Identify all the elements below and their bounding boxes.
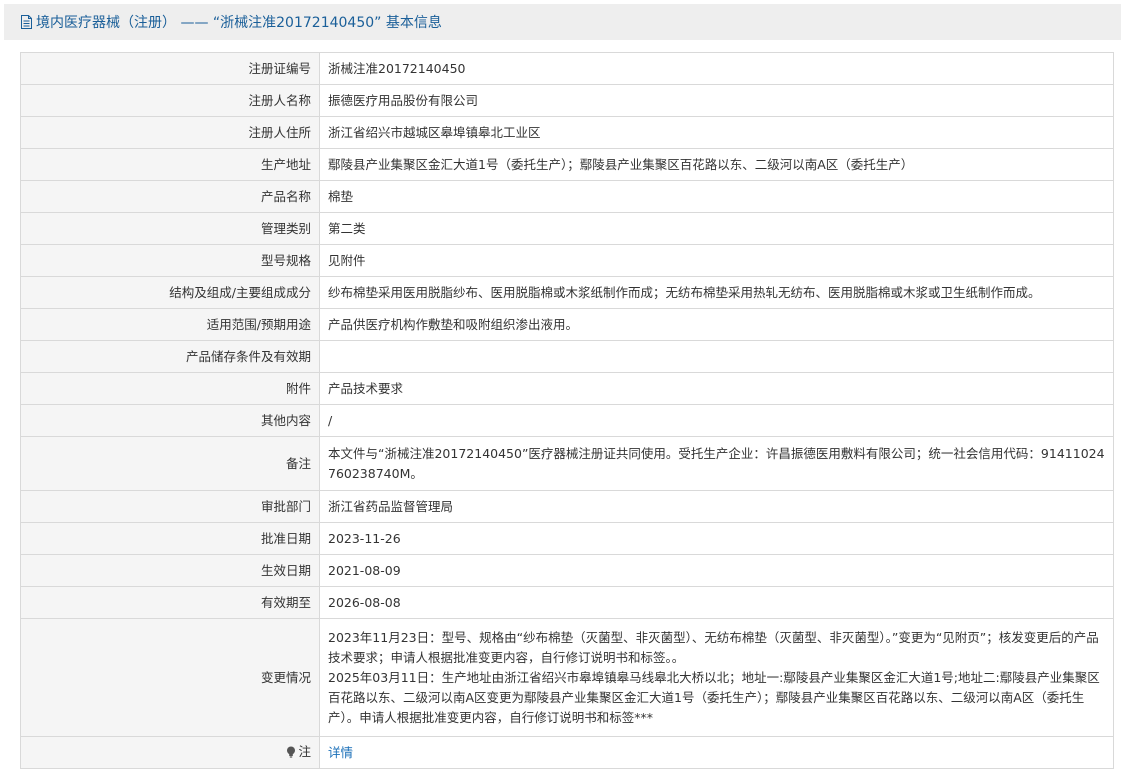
table-row: 备注 本文件与“浙械注准20172140450”医疗器械注册证共同使用。受托生产…	[20, 436, 1114, 491]
table-row: 审批部门 浙江省药品监督管理局	[20, 490, 1114, 523]
field-value: 鄢陵县产业集聚区金汇大道1号（委托生产）；鄢陵县产业集聚区百花路以东、二级河以南…	[319, 148, 1114, 181]
field-label: 审批部门	[20, 490, 320, 523]
note-label-text: 注	[298, 743, 311, 759]
field-value: 2021-08-09	[319, 554, 1114, 587]
field-label: 变更情况	[20, 618, 320, 737]
table-row: 管理类别 第二类	[20, 212, 1114, 245]
field-value: 棉垫	[319, 180, 1114, 213]
field-value: 浙江省绍兴市越城区皋埠镇皋北工业区	[319, 116, 1114, 149]
table-row: 生效日期 2021-08-09	[20, 554, 1114, 587]
field-label: 其他内容	[20, 404, 320, 437]
table-row: 注册人住所 浙江省绍兴市越城区皋埠镇皋北工业区	[20, 116, 1114, 149]
field-value: 浙江省药品监督管理局	[319, 490, 1114, 523]
field-value: 见附件	[319, 244, 1114, 277]
lightbulb-icon	[287, 746, 296, 758]
note-label-group: 注	[286, 742, 311, 762]
table-row: 产品名称 棉垫	[20, 180, 1114, 213]
page-header: 境内医疗器械（注册） —— “浙械注准20172140450” 基本信息	[4, 4, 1121, 40]
field-value: 2026-08-08	[319, 586, 1114, 619]
page-title: 境内医疗器械（注册） —— “浙械注准20172140450” 基本信息	[36, 15, 442, 31]
details-link[interactable]: 详情	[328, 745, 353, 760]
field-label: 生产地址	[20, 148, 320, 181]
table-row: 附件 产品技术要求	[20, 372, 1114, 405]
table-row: 批准日期 2023-11-26	[20, 522, 1114, 555]
field-label: 有效期至	[20, 586, 320, 619]
field-label: 产品储存条件及有效期	[20, 340, 320, 373]
field-value: 纱布棉垫采用医用脱脂纱布、医用脱脂棉或木浆纸制作而成；无纺布棉垫采用热轧无纺布、…	[319, 276, 1114, 309]
field-value	[319, 340, 1114, 373]
field-value: 2023-11-26	[319, 522, 1114, 555]
field-label: 注册人住所	[20, 116, 320, 149]
field-label: 注册证编号	[20, 52, 320, 85]
field-label: 结构及组成/主要组成成分	[20, 276, 320, 309]
field-value: /	[319, 404, 1114, 437]
field-label: 适用范围/预期用途	[20, 308, 320, 341]
field-label: 型号规格	[20, 244, 320, 277]
device-info-table: 注册证编号 浙械注准20172140450 注册人名称 振德医疗用品股份有限公司…	[20, 52, 1114, 769]
field-label: 附件	[20, 372, 320, 405]
table-row: 注册人名称 振德医疗用品股份有限公司	[20, 84, 1114, 117]
document-icon	[21, 15, 32, 29]
field-value: 本文件与“浙械注准20172140450”医疗器械注册证共同使用。受托生产企业：…	[319, 436, 1114, 491]
field-label: 批准日期	[20, 522, 320, 555]
table-row: 生产地址 鄢陵县产业集聚区金汇大道1号（委托生产）；鄢陵县产业集聚区百花路以东、…	[20, 148, 1114, 181]
field-value: 产品技术要求	[319, 372, 1114, 405]
field-label: 产品名称	[20, 180, 320, 213]
field-label: 注册人名称	[20, 84, 320, 117]
field-label: 生效日期	[20, 554, 320, 587]
change-entry: 2025年03月11日：生产地址由浙江省绍兴市皋埠镇皋马线皋北大桥以北；地址一:…	[328, 669, 1100, 725]
note-label: 注	[20, 736, 320, 769]
table-row-changes: 变更情况 2023年11月23日：型号、规格由“纱布棉垫（灭菌型、非灭菌型）、无…	[20, 618, 1114, 737]
field-value: 振德医疗用品股份有限公司	[319, 84, 1114, 117]
table-row-note: 注 详情	[20, 736, 1114, 769]
table-row: 注册证编号 浙械注准20172140450	[20, 52, 1114, 85]
table-row: 型号规格 见附件	[20, 244, 1114, 277]
field-value: 浙械注准20172140450	[319, 52, 1114, 85]
table-row: 产品储存条件及有效期	[20, 340, 1114, 373]
note-value: 详情	[319, 736, 1114, 769]
change-entry: 2023年11月23日：型号、规格由“纱布棉垫（灭菌型、非灭菌型）、无纺布棉垫（…	[328, 629, 1099, 665]
table-row: 其他内容 /	[20, 404, 1114, 437]
changes-value: 2023年11月23日：型号、规格由“纱布棉垫（灭菌型、非灭菌型）、无纺布棉垫（…	[319, 618, 1114, 737]
table-row: 有效期至 2026-08-08	[20, 586, 1114, 619]
field-value: 第二类	[319, 212, 1114, 245]
field-value: 产品供医疗机构作敷垫和吸附组织渗出液用。	[319, 308, 1114, 341]
field-label: 备注	[20, 436, 320, 491]
table-row: 结构及组成/主要组成成分 纱布棉垫采用医用脱脂纱布、医用脱脂棉或木浆纸制作而成；…	[20, 276, 1114, 309]
field-label: 管理类别	[20, 212, 320, 245]
table-row: 适用范围/预期用途 产品供医疗机构作敷垫和吸附组织渗出液用。	[20, 308, 1114, 341]
